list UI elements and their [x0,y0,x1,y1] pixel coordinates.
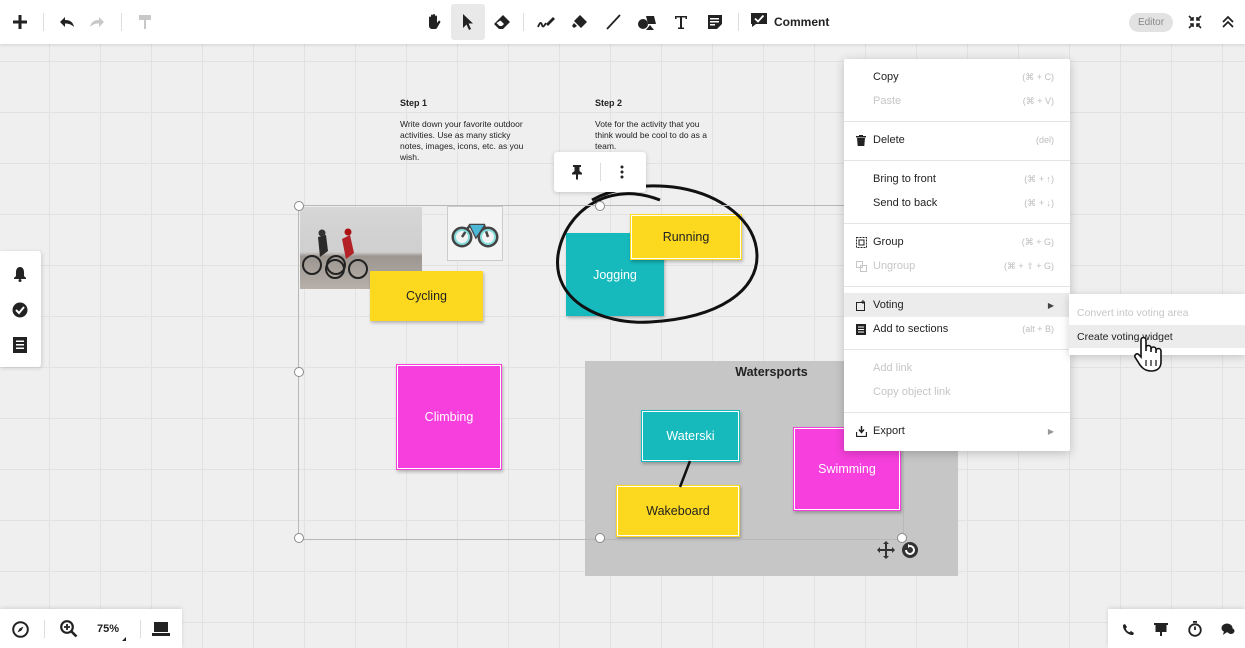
menu-shortcut: (⌘ + V) [1022,95,1054,106]
menu-label: Export [873,425,905,437]
menu-label: Add link [873,362,913,374]
context-menu: Copy (⌘ + C) Paste (⌘ + V) Delete (del) … [844,59,1070,451]
menu-label: Add to sections [873,323,949,335]
menu-label: Send to back [873,197,938,209]
toolbar-divider [44,620,45,638]
menu-item-copy[interactable]: Copy (⌘ + C) [844,65,1070,89]
menu-shortcut: (del) [1035,135,1054,145]
screen-icon[interactable] [1154,623,1168,641]
zoom-in-icon[interactable] [60,620,78,643]
chat-icon[interactable] [1221,623,1235,641]
menu-item-add-to-sections[interactable]: Add to sections (alt + B) [844,317,1070,341]
menu-item-voting[interactable]: Voting ▶ [844,293,1070,317]
object-toolbar [554,152,646,192]
menu-item-paste[interactable]: Paste (⌘ + V) [844,89,1070,113]
menu-label: Copy [873,71,899,83]
resize-handle[interactable] [294,201,304,211]
menu-item-delete[interactable]: Delete (del) [844,128,1070,152]
resize-handle[interactable] [294,533,304,543]
toolbar-divider [600,163,601,181]
menu-shortcut: (⌘ + ↓) [1024,197,1054,208]
submenu-label: Convert into voting area [1077,306,1189,319]
resize-handle[interactable] [294,367,304,377]
menu-item-send-to-back[interactable]: Send to back (⌘ + ↓) [844,191,1070,215]
pin-icon[interactable] [570,164,584,185]
submenu-item-convert-voting-area[interactable]: Convert into voting area [1069,301,1245,324]
export-icon [855,425,867,437]
menu-divider [844,223,1070,224]
menu-label: Voting [873,299,904,311]
move-icon[interactable] [876,540,896,565]
rotate-icon[interactable] [900,540,920,565]
menu-label: Group [873,236,904,248]
toolbar-divider [140,620,141,638]
compass-icon[interactable] [12,621,29,643]
menu-label: Paste [873,95,902,107]
selection-frame [298,205,904,540]
menu-item-ungroup[interactable]: Ungroup (⌘ + ⇧ + G) [844,254,1070,278]
menu-divider [844,349,1070,350]
zoom-level[interactable]: 75% [97,623,119,635]
menu-shortcut: (⌘ + G) [1021,236,1054,247]
trash-icon [855,134,867,146]
phone-icon[interactable] [1122,623,1135,641]
menu-label: Delete [873,134,905,146]
ungroup-icon [855,260,867,272]
bottom-right-toolbar [1108,609,1245,648]
menu-divider [844,412,1070,413]
zoom-dropdown-indicator[interactable] [122,637,126,641]
hand-cursor-icon [1133,335,1167,378]
menu-label: Copy object link [873,386,951,398]
more-options-icon[interactable] [620,165,624,184]
menu-shortcut: (⌘ + ⇧ + G) [1003,260,1054,271]
menu-item-add-link[interactable]: Add link [844,356,1070,380]
menu-label: Bring to front [873,173,936,185]
menu-divider [844,286,1070,287]
menu-shortcut: (⌘ + ↑) [1024,173,1054,184]
timer-icon[interactable] [1188,621,1202,642]
menu-item-copy-object-link[interactable]: Copy object link [844,380,1070,404]
submenu-arrow-icon: ▶ [1047,300,1054,310]
group-icon [855,236,867,248]
menu-label: Ungroup [873,260,916,272]
menu-divider [844,121,1070,122]
resize-handle[interactable] [595,201,605,211]
sections-icon [855,323,867,335]
menu-shortcut: (⌘ + C) [1022,71,1054,82]
resize-handle[interactable] [595,533,605,543]
menu-shortcut: (alt + B) [1022,324,1054,334]
voting-icon [855,299,867,311]
menu-divider [844,160,1070,161]
menu-item-group[interactable]: Group (⌘ + G) [844,230,1070,254]
menu-item-export[interactable]: Export ▶ [844,419,1070,443]
presentation-icon[interactable] [151,621,171,642]
submenu-arrow-icon: ▶ [1047,426,1054,436]
menu-item-bring-to-front[interactable]: Bring to front (⌘ + ↑) [844,167,1070,191]
bottom-left-toolbar: 75% [0,609,182,648]
